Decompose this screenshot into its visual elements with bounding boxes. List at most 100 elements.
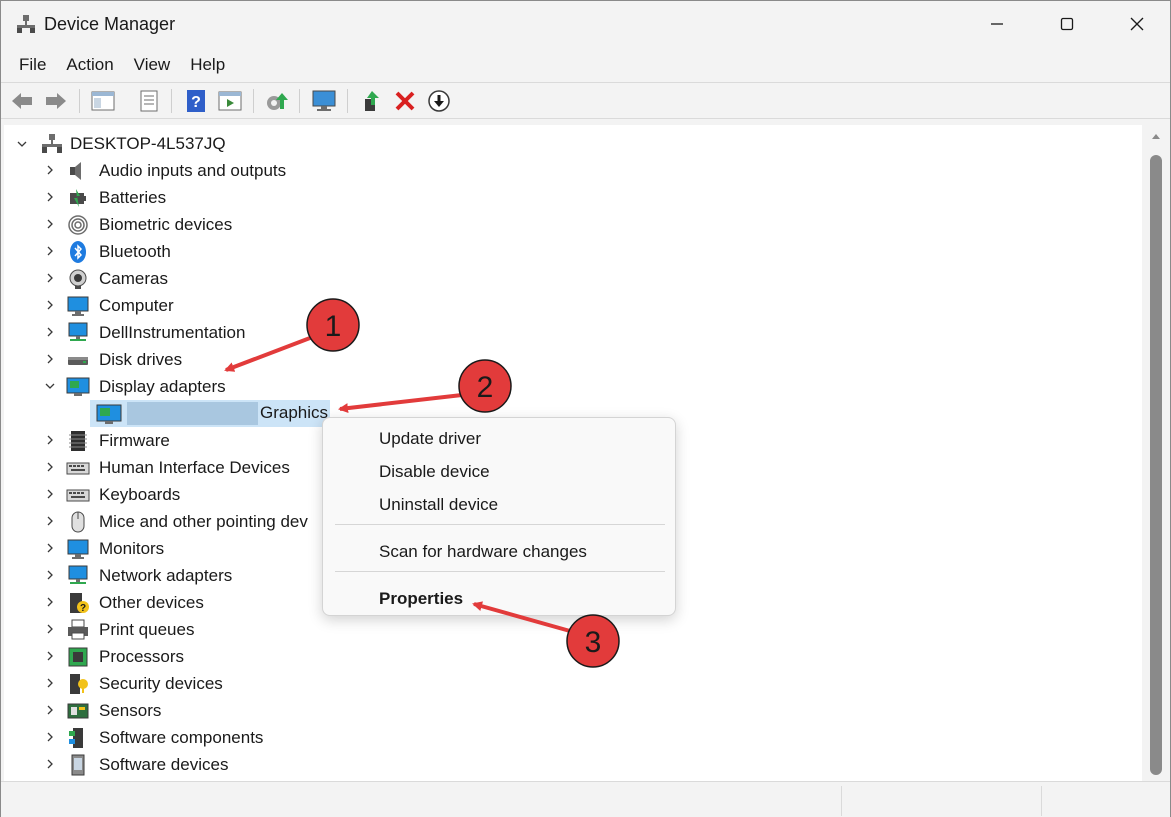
tree-root-label: DESKTOP-4L537JQ bbox=[70, 133, 226, 153]
minimize-button[interactable] bbox=[962, 1, 1032, 47]
menu-properties[interactable]: Properties bbox=[379, 589, 463, 609]
root-expand-chevron[interactable] bbox=[14, 136, 30, 152]
monitor-icon bbox=[67, 539, 89, 559]
menu-file[interactable]: File bbox=[9, 51, 56, 81]
tree-category-row[interactable]: Computer bbox=[66, 292, 174, 319]
menu-view[interactable]: View bbox=[124, 51, 181, 81]
battery-icon bbox=[70, 188, 86, 207]
tree-category-label: Security devices bbox=[99, 673, 223, 693]
expand-chevron[interactable] bbox=[42, 756, 58, 772]
console-tree-button[interactable] bbox=[90, 88, 116, 114]
tree-category-label: Disk drives bbox=[99, 349, 183, 369]
expand-chevron[interactable] bbox=[42, 216, 58, 232]
scroll-up-icon[interactable] bbox=[1150, 131, 1162, 143]
expand-chevron[interactable] bbox=[42, 729, 58, 745]
expand-chevron[interactable] bbox=[42, 675, 58, 691]
update-driver-toolbar-button[interactable] bbox=[264, 88, 290, 114]
forward-button[interactable] bbox=[43, 88, 69, 114]
tree-category-row[interactable]: Human Interface Devices bbox=[66, 454, 290, 481]
tree-category-row[interactable]: Biometric devices bbox=[66, 211, 232, 238]
menu-separator bbox=[335, 524, 665, 525]
menu-action[interactable]: Action bbox=[56, 51, 123, 81]
tree-category-label: Display adapters bbox=[99, 376, 226, 396]
expand-chevron[interactable] bbox=[42, 621, 58, 637]
uninstall-toolbar-button[interactable] bbox=[392, 88, 418, 114]
maximize-button[interactable] bbox=[1032, 1, 1102, 47]
expand-chevron[interactable] bbox=[42, 432, 58, 448]
properties-toolbar-button[interactable] bbox=[136, 88, 162, 114]
chevron-down-icon bbox=[17, 141, 27, 147]
tree-category-row[interactable]: DellInstrumentation bbox=[66, 319, 245, 346]
scrollbar-thumb[interactable] bbox=[1150, 155, 1162, 775]
expand-chevron[interactable] bbox=[42, 162, 58, 178]
tree-category-row[interactable]: Network adapters bbox=[66, 562, 232, 589]
expand-chevron[interactable] bbox=[42, 297, 58, 313]
tree-category-row[interactable]: Software components bbox=[66, 724, 263, 751]
disable-device-toolbar-button[interactable] bbox=[426, 88, 452, 114]
tree-category-row[interactable]: Monitors bbox=[66, 535, 164, 562]
mouse-icon bbox=[71, 511, 85, 532]
tree-category-row[interactable]: Firmware bbox=[66, 427, 170, 454]
window-title: Device Manager bbox=[44, 14, 176, 34]
tree-category-row[interactable]: Sensors bbox=[66, 697, 161, 724]
menu-help[interactable]: Help bbox=[180, 51, 235, 81]
tree-category-label: Cameras bbox=[99, 268, 168, 288]
redacted-device-name bbox=[127, 402, 258, 425]
tree-category-label: Software components bbox=[99, 727, 264, 747]
expand-chevron[interactable] bbox=[42, 189, 58, 205]
display-adapter-child-row[interactable]: Graphics bbox=[90, 400, 330, 427]
tree-category-row[interactable]: Disk drives bbox=[66, 346, 182, 373]
scan-hardware-toolbar-button[interactable] bbox=[311, 88, 337, 114]
toolbar-separator bbox=[347, 89, 348, 113]
status-bar bbox=[1, 781, 1170, 817]
expand-chevron[interactable] bbox=[42, 513, 58, 529]
chevron-right-icon bbox=[47, 165, 53, 175]
tree-category-row[interactable]: Batteries bbox=[66, 184, 166, 211]
tree-category-row[interactable]: Processors bbox=[66, 643, 184, 670]
printer-icon bbox=[68, 619, 88, 639]
close-button[interactable] bbox=[1102, 1, 1171, 47]
tree-category-label: Print queues bbox=[99, 619, 195, 639]
tree-category-row[interactable]: Security devices bbox=[66, 670, 223, 697]
tree-category-row[interactable]: Audio inputs and outputs bbox=[66, 157, 286, 184]
expand-chevron[interactable] bbox=[42, 243, 58, 259]
expand-chevron[interactable] bbox=[42, 702, 58, 718]
tree-category-row[interactable]: Print queues bbox=[66, 616, 194, 643]
expand-chevron[interactable] bbox=[42, 540, 58, 556]
expand-chevron[interactable] bbox=[42, 270, 58, 286]
tree-root-row[interactable]: DESKTOP-4L537JQ bbox=[40, 130, 226, 157]
chevron-right-icon bbox=[47, 489, 53, 499]
help-toolbar-button[interactable]: ? bbox=[183, 88, 209, 114]
tree-category-row[interactable]: Software devices bbox=[66, 751, 228, 778]
tree-category-row[interactable]: Mice and other pointing dev bbox=[66, 508, 308, 535]
expand-chevron[interactable] bbox=[42, 486, 58, 502]
menu-uninstall-device[interactable]: Uninstall device bbox=[379, 495, 498, 515]
back-button[interactable] bbox=[9, 88, 35, 114]
view-toolbar-button[interactable] bbox=[217, 88, 243, 114]
expand-chevron[interactable] bbox=[42, 351, 58, 367]
expand-chevron[interactable] bbox=[42, 567, 58, 583]
toolbar-separator bbox=[171, 89, 172, 113]
expand-chevron[interactable] bbox=[42, 324, 58, 340]
menu-scan-hardware[interactable]: Scan for hardware changes bbox=[379, 542, 587, 562]
tree-category-label: Computer bbox=[99, 295, 174, 315]
tree-category-row[interactable]: Cameras bbox=[66, 265, 168, 292]
tree-category-row[interactable]: Bluetooth bbox=[66, 238, 171, 265]
enable-device-toolbar-button[interactable] bbox=[359, 88, 385, 114]
menu-update-driver[interactable]: Update driver bbox=[379, 429, 481, 449]
display-adapter-icon bbox=[96, 404, 122, 424]
expand-chevron[interactable] bbox=[42, 378, 58, 394]
tree-category-row[interactable]: ? Other devices bbox=[66, 589, 204, 616]
unknown-device-icon: ? bbox=[70, 592, 89, 614]
title-bar[interactable]: Device Manager bbox=[1, 1, 1170, 47]
tree-category-row[interactable]: Display adapters bbox=[66, 373, 226, 400]
show-hide-console-tree-icon bbox=[91, 91, 115, 111]
tree-category-row[interactable]: Keyboards bbox=[66, 481, 180, 508]
expand-chevron[interactable] bbox=[42, 648, 58, 664]
menu-disable-device[interactable]: Disable device bbox=[379, 462, 490, 482]
vertical-scrollbar[interactable] bbox=[1143, 125, 1169, 781]
tree-category-label: Batteries bbox=[99, 187, 167, 207]
expand-chevron[interactable] bbox=[42, 459, 58, 475]
graphics-device-label: Graphics bbox=[260, 403, 329, 422]
expand-chevron[interactable] bbox=[42, 594, 58, 610]
